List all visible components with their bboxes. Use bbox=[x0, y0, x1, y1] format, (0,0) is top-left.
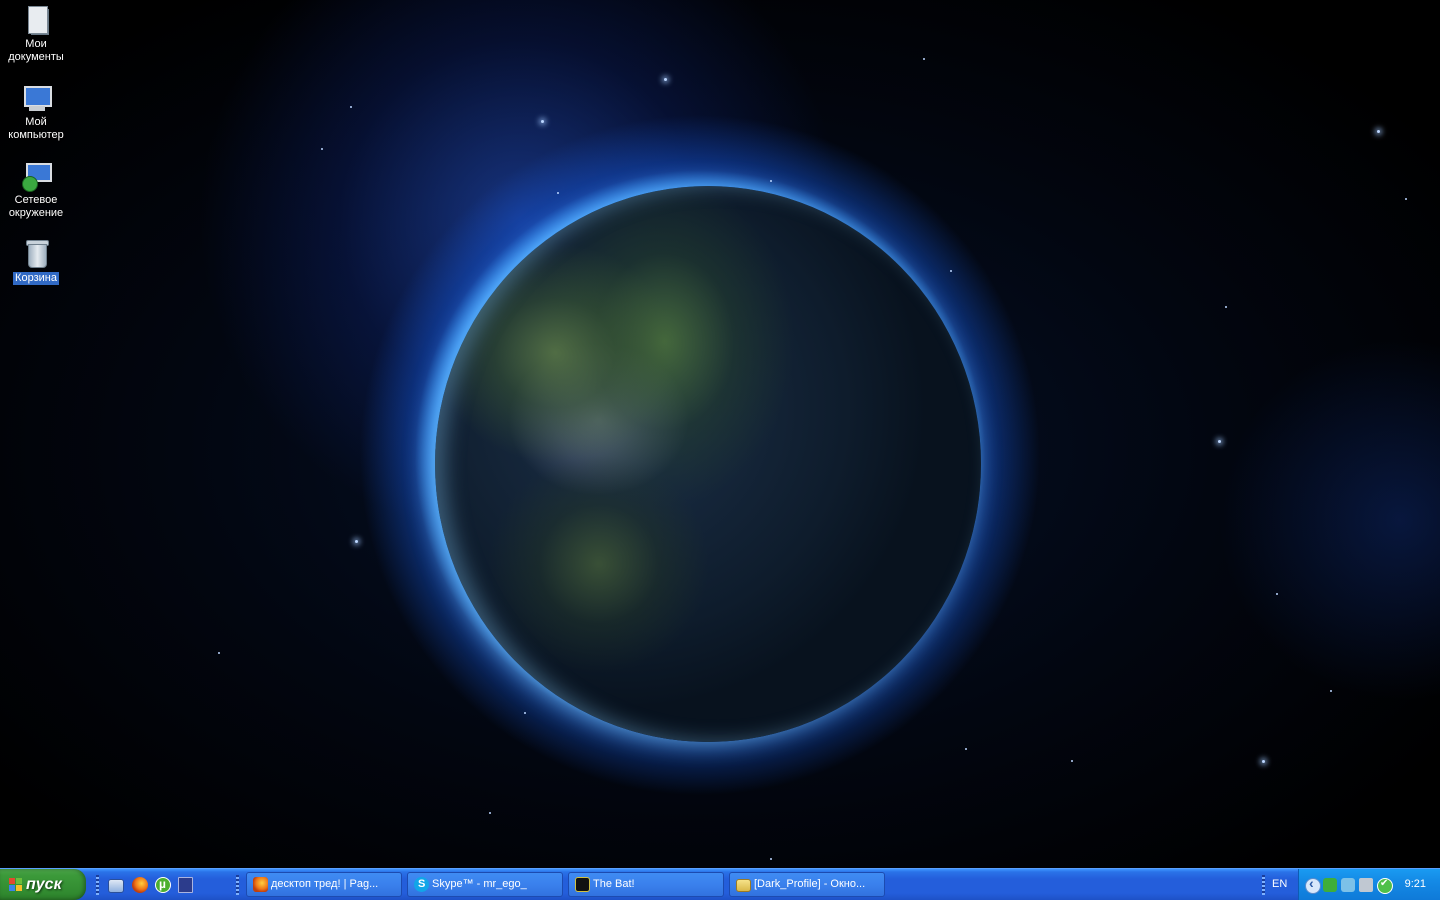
network-places-icon bbox=[20, 160, 52, 192]
skype-icon bbox=[414, 873, 429, 896]
my-computer-icon bbox=[20, 82, 52, 114]
star bbox=[1377, 130, 1380, 133]
star bbox=[557, 192, 559, 194]
my-documents-icon bbox=[20, 4, 52, 36]
task-button-label: The Bat! bbox=[593, 878, 635, 890]
task-button-label: [Dark_Profile] - Окно... bbox=[754, 878, 866, 890]
tray-arrow-icon[interactable] bbox=[1305, 875, 1321, 894]
desktop-icon-recycle-bin[interactable]: Корзина bbox=[0, 238, 72, 285]
star bbox=[923, 58, 925, 60]
task-button-firefox[interactable]: десктоп тред! | Pag... bbox=[246, 872, 402, 897]
task-button-the-bat[interactable]: The Bat! bbox=[568, 872, 724, 897]
taskbar: пуск десктоп тред! | Pag... Skype™ - mr_… bbox=[0, 868, 1440, 900]
star bbox=[1071, 760, 1073, 762]
task-button-label: десктоп тред! | Pag... bbox=[271, 878, 379, 890]
desktop-icon-my-computer[interactable]: Мой компьютер bbox=[0, 82, 72, 142]
star bbox=[489, 812, 491, 814]
system-tray: 9:21 bbox=[1298, 869, 1440, 900]
save-icon[interactable] bbox=[178, 877, 193, 893]
star bbox=[218, 652, 220, 654]
the-bat-icon bbox=[575, 877, 590, 892]
star bbox=[1218, 440, 1221, 443]
tray-check-icon[interactable] bbox=[1377, 878, 1393, 894]
recycle-bin-icon bbox=[20, 238, 52, 270]
desktop-icon-label: Корзина bbox=[13, 272, 59, 285]
start-button-label: пуск bbox=[26, 876, 62, 893]
taskbar-grip[interactable] bbox=[236, 875, 239, 895]
start-button[interactable]: пуск bbox=[0, 869, 86, 900]
quick-launch-grip[interactable] bbox=[96, 875, 99, 895]
star bbox=[1330, 690, 1332, 692]
star bbox=[770, 180, 772, 182]
tray-network-icon[interactable] bbox=[1341, 878, 1355, 892]
star bbox=[664, 78, 667, 81]
windows-flag-icon bbox=[9, 878, 23, 891]
star bbox=[1405, 198, 1407, 200]
language-indicator[interactable]: EN bbox=[1272, 869, 1287, 900]
task-button-label: Skype™ - mr_ego_ bbox=[432, 878, 527, 890]
star bbox=[524, 712, 526, 714]
desktop-icon-label: Мои документы bbox=[8, 38, 64, 63]
desktop-icon-my-documents[interactable]: Мои документы bbox=[0, 4, 72, 64]
clock[interactable]: 9:21 bbox=[1405, 869, 1426, 900]
desktop-background bbox=[0, 0, 1440, 868]
tray-monitor-icon[interactable] bbox=[1359, 878, 1373, 892]
utorrent-icon[interactable] bbox=[155, 877, 171, 893]
star bbox=[350, 106, 352, 108]
desktop-icon-label: Сетевое окружение bbox=[8, 194, 64, 219]
show-desktop-icon[interactable] bbox=[108, 879, 124, 893]
task-button-dark-profile[interactable]: [Dark_Profile] - Окно... bbox=[729, 872, 885, 897]
tray-grip[interactable] bbox=[1262, 875, 1265, 895]
firefox-icon bbox=[253, 877, 268, 892]
task-button-skype[interactable]: Skype™ - mr_ego_ bbox=[407, 872, 563, 897]
desktop-icon-network-places[interactable]: Сетевое окружение bbox=[0, 160, 72, 220]
star bbox=[355, 540, 358, 543]
star bbox=[1225, 306, 1227, 308]
star bbox=[950, 270, 952, 272]
star bbox=[1276, 593, 1278, 595]
star bbox=[541, 120, 544, 123]
desktop-icon-label: Мой компьютер bbox=[8, 116, 64, 141]
star bbox=[965, 748, 967, 750]
star bbox=[321, 148, 323, 150]
folder-icon bbox=[736, 879, 751, 892]
star bbox=[1262, 760, 1265, 763]
earth-wallpaper bbox=[435, 186, 981, 742]
tray-green-icon[interactable] bbox=[1323, 878, 1337, 892]
firefox-icon[interactable] bbox=[132, 877, 148, 893]
star bbox=[770, 858, 772, 860]
